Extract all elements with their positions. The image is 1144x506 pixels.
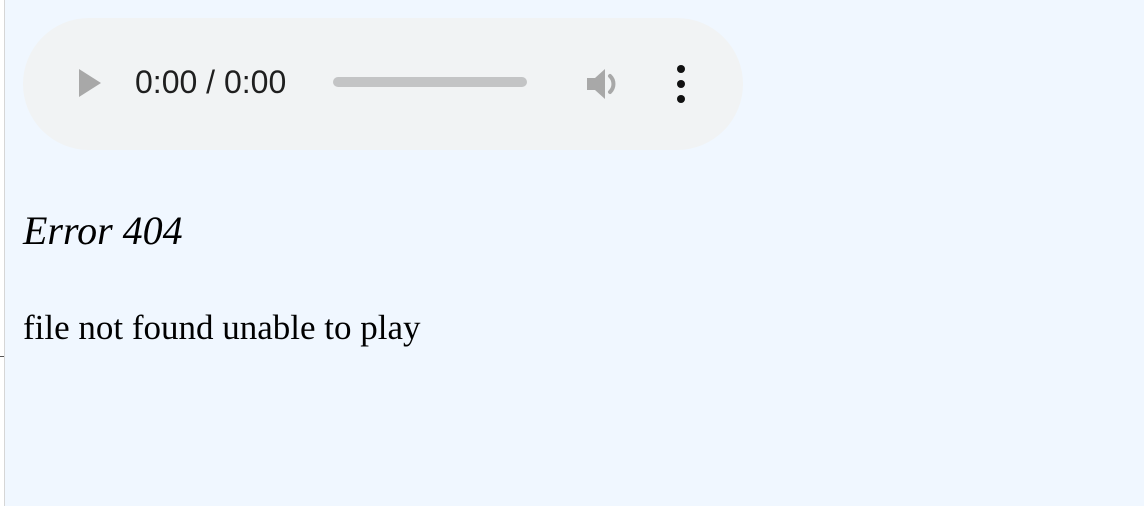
volume-icon (587, 69, 616, 99)
error-title: Error 404 (23, 208, 183, 253)
error-message: file not found unable to play (23, 308, 421, 347)
more-vertical-icon (677, 65, 685, 103)
progress-slider[interactable] (333, 77, 527, 87)
play-icon (79, 69, 101, 97)
volume-button[interactable] (583, 64, 623, 104)
play-button[interactable] (71, 65, 107, 101)
more-options-button[interactable] (669, 64, 693, 104)
time-display: 0:00 / 0:00 (135, 64, 287, 100)
content-frame: 0:00 / 0:00 Error 404 file not found una… (4, 0, 1144, 506)
audio-player[interactable]: 0:00 / 0:00 (23, 18, 743, 150)
